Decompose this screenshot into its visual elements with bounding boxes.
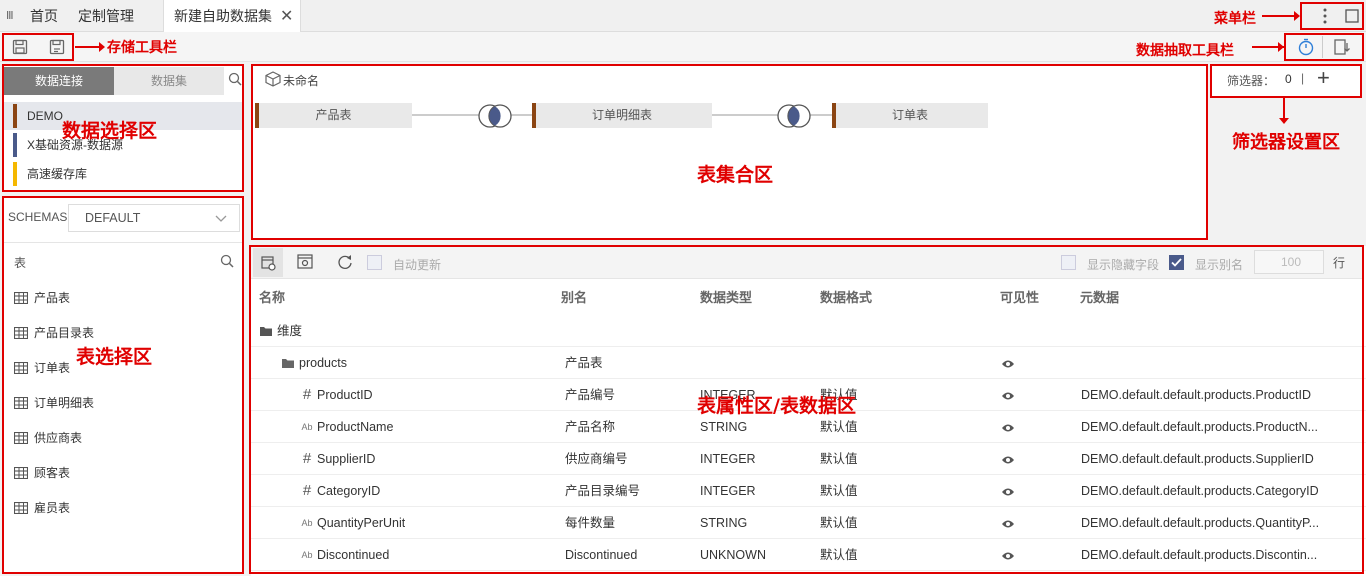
table-select-annotation: 表选择区 (76, 346, 153, 368)
annotation-arrow-icon (1252, 42, 1284, 52)
menu-bar-outline (1300, 2, 1364, 30)
tab-home[interactable]: 首页 (30, 0, 58, 32)
table-props-annotation: 表属性区/表数据区 (697, 395, 856, 417)
menu-icon[interactable]: Ⅲ (6, 0, 14, 32)
save-toolbar-annotation: 存储工具栏 (107, 40, 177, 56)
save-as-button[interactable] (45, 35, 69, 59)
menu-bar-annotation-label: 菜单栏 (1214, 11, 1256, 27)
data-select-annotation: 数据选择区 (62, 120, 158, 142)
annotation-arrow-icon (1279, 98, 1289, 124)
extract-data-button[interactable] (1330, 35, 1354, 59)
save-button[interactable] (8, 35, 32, 59)
timer-icon (1298, 38, 1314, 56)
annotation-arrow-icon (75, 42, 105, 52)
save-icon (12, 39, 28, 55)
tab-custom-management[interactable]: 定制管理 (78, 0, 134, 32)
schedule-extract-button[interactable] (1294, 35, 1318, 59)
menu-bar-annotation: 菜单栏 (1214, 8, 1256, 28)
close-icon[interactable]: ✕ (280, 8, 293, 25)
filter-outline (1210, 64, 1362, 98)
tab-bar: Ⅲ 首页 定制管理 新建自助数据集 ✕ (0, 0, 1366, 32)
table-select-outline (2, 196, 244, 574)
tab-new-dataset-label: 新建自助数据集 (174, 8, 272, 24)
save-as-icon (49, 39, 65, 55)
table-set-annotation: 表集合区 (697, 164, 774, 186)
table-set-outline (251, 64, 1208, 240)
annotation-arrow-icon (1262, 11, 1300, 21)
tab-new-dataset[interactable]: 新建自助数据集 ✕ (163, 0, 301, 32)
extract-toolbar-annotation: 数据抽取工具栏 (1136, 43, 1234, 59)
toolbar-divider (1322, 36, 1323, 58)
download-extract-icon (1334, 39, 1350, 55)
filter-area-annotation: 筛选器设置区 (1232, 132, 1340, 153)
